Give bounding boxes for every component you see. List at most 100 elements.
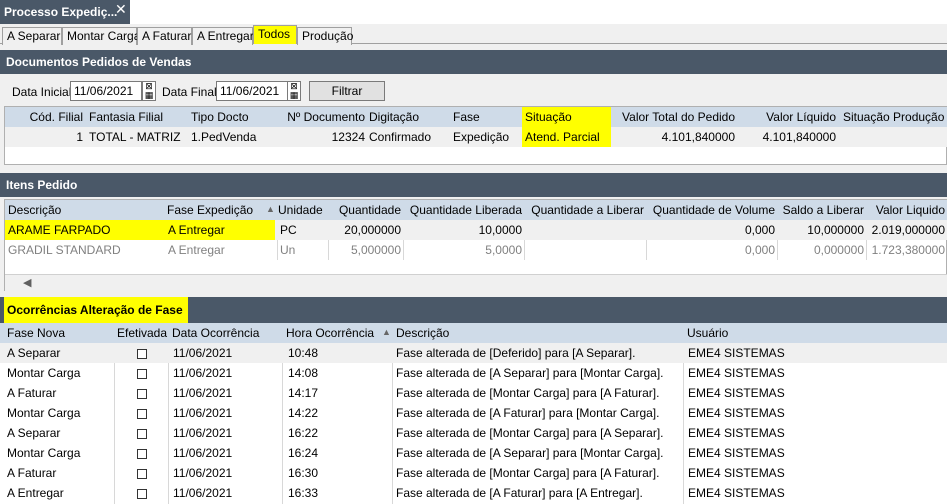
col-fase-nova[interactable]: Fase Nova [7,323,107,343]
cell-fase: Expedição [453,130,510,144]
tab-a-faturar[interactable]: A Faturar [137,27,192,45]
cell-usuario: EME4 SISTEMAS [688,486,785,500]
horizontal-scrollbar[interactable] [5,274,947,291]
col-data-ocorrencia[interactable]: Data Ocorrência [172,323,282,343]
col-fase-expedicao[interactable]: Fase Expedição [167,200,262,220]
efetivada-checkbox[interactable] [137,349,147,359]
sort-up-icon[interactable]: ▲ [382,324,394,344]
col-fase[interactable]: Fase [453,107,513,127]
cell-descricao: Fase alterada de [Montar Carga] para [A … [396,386,660,400]
col-quantidade[interactable]: Quantidade [328,200,401,220]
col-usuario[interactable]: Usuário [687,323,887,343]
cell-valor-total: 4.101,840000 [661,130,735,144]
cell-data: 11/06/2021 [173,466,233,480]
cell-valor-liquido: 2.019,000000 [871,223,945,237]
cell-descricao: Fase alterada de [Deferido] para [A Sepa… [396,346,636,360]
cell-usuario: EME4 SISTEMAS [688,426,785,440]
cell-descricao: Fase alterada de [A Faturar] para [Monta… [396,406,660,420]
col-quantidade-liberada[interactable]: Quantidade Liberada [403,200,522,220]
data-inicial-field[interactable]: 11/06/2021 [70,81,142,101]
efetivada-checkbox[interactable] [137,449,147,459]
cell-quantidade: 5,000000 [350,243,401,257]
cell-tipo-docto: 1.PedVenda [191,130,257,144]
tab-producao[interactable]: Produção [297,27,353,45]
col-valor-liquido[interactable]: Valor Líquido [739,107,836,127]
cell-descricao: ARAME FARPADO [5,220,165,240]
tab-bar: A Separar Montar Carga A Faturar A Entre… [0,24,947,45]
cell-fase-nova: A Separar [7,426,61,440]
tab-a-separar[interactable]: A Separar [2,27,62,45]
close-icon[interactable]: ✕ [115,1,127,18]
data-final-label: Data Final: [162,85,221,99]
itens-header: Itens Pedido [0,173,947,197]
tab-todos[interactable]: Todos [253,25,297,44]
cell-usuario: EME4 SISTEMAS [688,406,785,420]
efetivada-checkbox[interactable] [137,369,147,379]
cell-fase-nova: Montar Carga [7,366,81,380]
cell-hora: 16:24 [288,446,319,460]
sort-up-icon[interactable]: ▲ [266,201,276,221]
col-situacao[interactable]: Situação [522,107,611,127]
col-digitacao[interactable]: Digitação [369,107,439,127]
cell-fantasia: TOTAL - MATRIZ [89,130,181,144]
cell-data: 11/06/2021 [173,486,233,500]
cell-saldo-a-liberar: 0,000000 [813,243,864,257]
efetivada-checkbox[interactable] [137,389,147,399]
efetivada-checkbox[interactable] [137,409,147,419]
cell-quantidade-liberada: 5,0000 [485,243,522,257]
cell-hora: 10:48 [288,346,319,360]
window-tab[interactable]: Processo Expediç... ✕ [0,0,130,24]
cell-fase-nova: A Faturar [7,466,57,480]
filtrar-button[interactable]: Filtrar [309,81,385,101]
cell-valor-liquido: 4.101,840000 [762,130,836,144]
cell-fase-expedicao: A Entregar [168,243,225,257]
cell-fase-nova: A Separar [7,346,61,360]
efetivada-checkbox[interactable] [137,489,147,499]
tab-montar-carga[interactable]: Montar Carga [62,27,140,45]
cell-descricao: GRADIL STANDARD [8,243,121,257]
ocorrencias-header: Ocorrências Alteração de Fase [4,297,188,323]
cell-hora: 16:22 [288,426,319,440]
cell-usuario: EME4 SISTEMAS [688,446,785,460]
title-strip [130,0,947,24]
cell-situacao: Atend. Parcial [522,127,611,147]
col-saldo-a-liberar[interactable]: Saldo a Liberar [777,200,864,220]
calendar-icon[interactable]: ⊠ ▦ [287,81,301,101]
col-unidade[interactable]: Unidade [278,200,328,220]
col-descricao[interactable]: Descrição [396,323,676,343]
documentos-header: Documentos Pedidos de Vendas [0,50,947,74]
col-hora-ocorrencia[interactable]: Hora Ocorrência [286,323,382,343]
cell-n-documento: 12324 [331,130,365,144]
cell-hora: 16:30 [288,466,319,480]
cell-fase-nova: A Entregar [7,486,64,500]
ocorrencias-grid: Fase Nova Efetivada Data Ocorrência Hora… [0,323,947,504]
cell-hora: 16:33 [288,486,319,500]
data-final-field[interactable]: 11/06/2021 [216,81,288,101]
efetivada-checkbox[interactable] [137,469,147,479]
efetivada-checkbox[interactable] [137,429,147,439]
cell-descricao: Fase alterada de [Montar Carga] para [A … [396,466,660,480]
col-situacao-producao[interactable]: Situação Produção [843,107,947,127]
col-efetivada[interactable]: Efetivada [117,323,172,343]
tab-a-entregar[interactable]: A Entregar [192,27,254,45]
col-descricao[interactable]: Descrição [8,200,163,220]
cell-cod-filial: 1 [76,130,83,144]
col-valor-liquido[interactable]: Valor Liquido [866,200,945,220]
col-cod-filial[interactable]: Cód. Filial [5,107,83,127]
calendar-icon[interactable]: ⊠ ▦ [142,81,156,101]
cell-fase-expedicao: A Entregar [165,220,275,240]
cell-quantidade-volume: 0,000 [744,223,775,237]
cell-data: 11/06/2021 [173,386,233,400]
data-inicial-label: Data Inicial: [12,85,75,99]
cell-usuario: EME4 SISTEMAS [688,466,785,480]
col-quantidade-a-liberar[interactable]: Quantidade a Liberar [524,200,644,220]
cell-quantidade-a-liberar [524,220,644,240]
col-valor-total[interactable]: Valor Total do Pedido [613,107,735,127]
cell-situacao-producao [843,127,947,147]
scroll-left-icon[interactable]: ◀ [23,276,31,289]
col-fantasia-filial[interactable]: Fantasia Filial [89,107,189,127]
col-quantidade-volume[interactable]: Quantidade de Volume [646,200,775,220]
cell-unidade: Un [280,243,296,257]
col-tipo-docto[interactable]: Tipo Docto [191,107,271,127]
col-n-documento[interactable]: Nº Documento [275,107,365,127]
